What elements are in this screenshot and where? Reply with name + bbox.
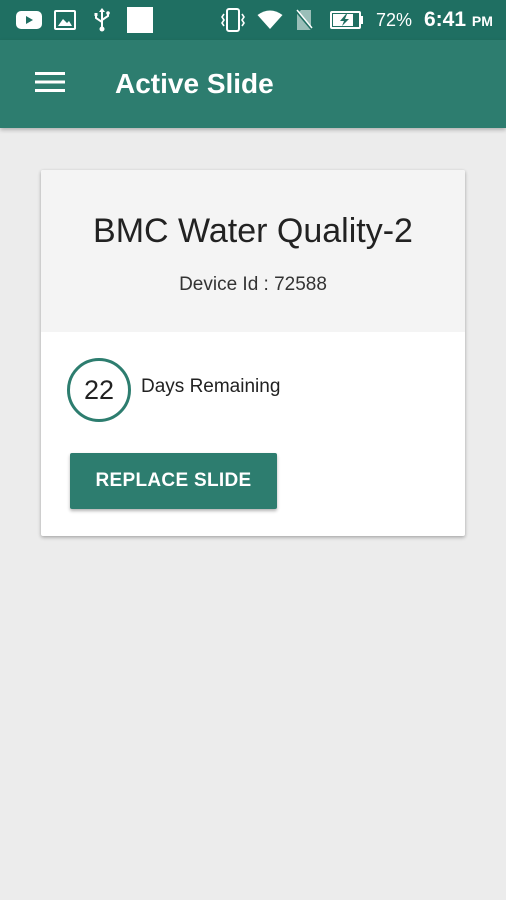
battery-percent: 72% [376,10,413,30]
usb-icon [91,0,113,40]
card-header: BMC Water Quality-2 Device Id : 72588 [41,170,465,332]
app-bar: Active Slide [0,40,506,128]
blank-notification-icon [126,0,154,40]
active-slide-card: BMC Water Quality-2 Device Id : 72588 22… [41,170,465,536]
wifi-icon [256,0,284,40]
clock-time: 6:41 [424,8,467,31]
clock: 6:41 PM [424,0,493,40]
menu-icon [35,71,65,98]
battery-charging-icon [330,0,364,40]
youtube-icon [14,0,44,40]
no-sim-icon [293,0,315,40]
menu-button[interactable] [26,60,74,108]
page-title: Active Slide [115,68,274,99]
days-remaining-label: Days Remaining [141,376,281,397]
device-id: Device Id : 72588 [179,274,327,295]
vibrate-icon [219,0,247,40]
replace-slide-button[interactable]: REPLACE SLIDE [70,453,277,509]
clock-ampm: PM [471,13,493,29]
status-bar: 72% 6:41 PM [0,0,506,40]
days-remaining-count: 22 [67,358,131,422]
image-icon [53,0,77,40]
device-name: BMC Water Quality-2 [93,212,413,250]
